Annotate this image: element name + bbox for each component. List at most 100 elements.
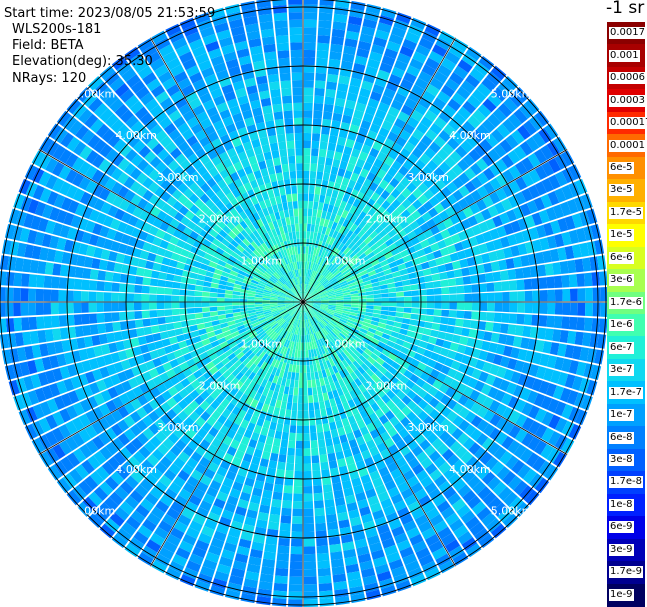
range-gate [486, 312, 495, 322]
range-gate [292, 501, 303, 509]
range-gate [311, 447, 319, 456]
range-gate [303, 238, 307, 247]
range-gate [303, 72, 315, 81]
range-gate [275, 469, 285, 478]
range-gate [288, 12, 303, 20]
range-gate [591, 318, 600, 333]
range-gate [490, 332, 500, 343]
range-gate [290, 49, 303, 58]
range-gate [326, 73, 339, 83]
range-gate [517, 302, 525, 313]
range-label: 5.00km [491, 87, 533, 100]
range-gate [303, 117, 313, 126]
range-gate [282, 202, 289, 211]
range-gate [373, 298, 382, 302]
range-gate [289, 170, 297, 179]
range-gate [343, 297, 352, 300]
range-gate [5, 302, 14, 317]
range-gate [276, 42, 290, 52]
range-gate [322, 172, 330, 181]
colorbar-tick-label: 3e-6 [609, 274, 634, 287]
range-gate [275, 195, 282, 205]
range-gate [290, 372, 296, 381]
range-gate [434, 295, 442, 302]
range-gate [274, 20, 288, 29]
range-gate [265, 436, 274, 446]
range-gate [73, 314, 83, 326]
range-gate [316, 424, 324, 433]
range-gate [516, 279, 525, 291]
range-gate [289, 425, 297, 434]
range-gate [309, 178, 316, 187]
range-gate [152, 262, 162, 272]
range-gate [303, 231, 307, 239]
range-gate [326, 513, 338, 523]
range-gate [400, 323, 410, 330]
range-gate [303, 418, 310, 426]
range-gate [295, 223, 300, 232]
range-gate [306, 223, 311, 232]
range-gate [305, 246, 309, 254]
range-gate [310, 372, 316, 381]
range-gate [319, 194, 326, 203]
instrument-label: WLS200s-181 [12, 22, 102, 37]
range-gate [276, 172, 284, 181]
range-gate [311, 140, 320, 149]
range-gate [126, 311, 135, 320]
range-gate [408, 272, 417, 280]
range-gate [28, 274, 38, 288]
range-gate [295, 372, 300, 381]
range-gate [202, 307, 210, 313]
range-gate [307, 216, 312, 224]
range-gate [486, 282, 495, 292]
range-gate [186, 308, 195, 314]
range-gate [272, 597, 287, 607]
range-gate [186, 302, 195, 308]
colorbar-tick-label: 0.0001 [609, 139, 646, 152]
range-gate [294, 125, 303, 134]
range-label: 4.00km [449, 129, 491, 142]
range-gate [305, 342, 308, 351]
range-gate [324, 399, 331, 409]
range-gate [303, 478, 313, 487]
range-gate [295, 231, 300, 239]
range-gate [164, 280, 174, 288]
range-gate [189, 272, 198, 280]
range-gate [149, 294, 157, 302]
range-gate [271, 445, 280, 455]
range-label: 5.00km [491, 505, 533, 518]
range-gate [292, 95, 303, 103]
range-gate [444, 332, 454, 342]
range-gate [410, 313, 419, 320]
range-gate [303, 208, 308, 217]
range-gate [310, 440, 318, 449]
range-gate [303, 372, 307, 381]
range-gate [269, 421, 277, 431]
range-gate [479, 292, 488, 302]
range-gate [568, 316, 578, 330]
range-gate [270, 88, 281, 98]
range-gate [263, 43, 276, 53]
range-gate [268, 460, 278, 469]
range-gate [300, 350, 303, 358]
range-gate [333, 105, 344, 115]
range-gate [267, 521, 280, 531]
range-gate [299, 231, 303, 239]
range-gate [546, 315, 555, 328]
range-gate [217, 293, 225, 298]
range-gate [444, 262, 454, 272]
range-gate [13, 317, 23, 332]
range-gate [51, 276, 60, 289]
range-gate [303, 501, 314, 509]
range-gate [418, 308, 427, 315]
range-gate [387, 315, 396, 322]
range-gate [286, 455, 295, 464]
range-gate [437, 264, 447, 273]
range-gate [592, 287, 601, 302]
range-gate [272, 491, 283, 501]
range-gate [224, 289, 233, 295]
range-gate [471, 293, 480, 302]
range-gate [285, 462, 295, 471]
range-gate [424, 321, 433, 329]
range-gate [381, 306, 389, 311]
